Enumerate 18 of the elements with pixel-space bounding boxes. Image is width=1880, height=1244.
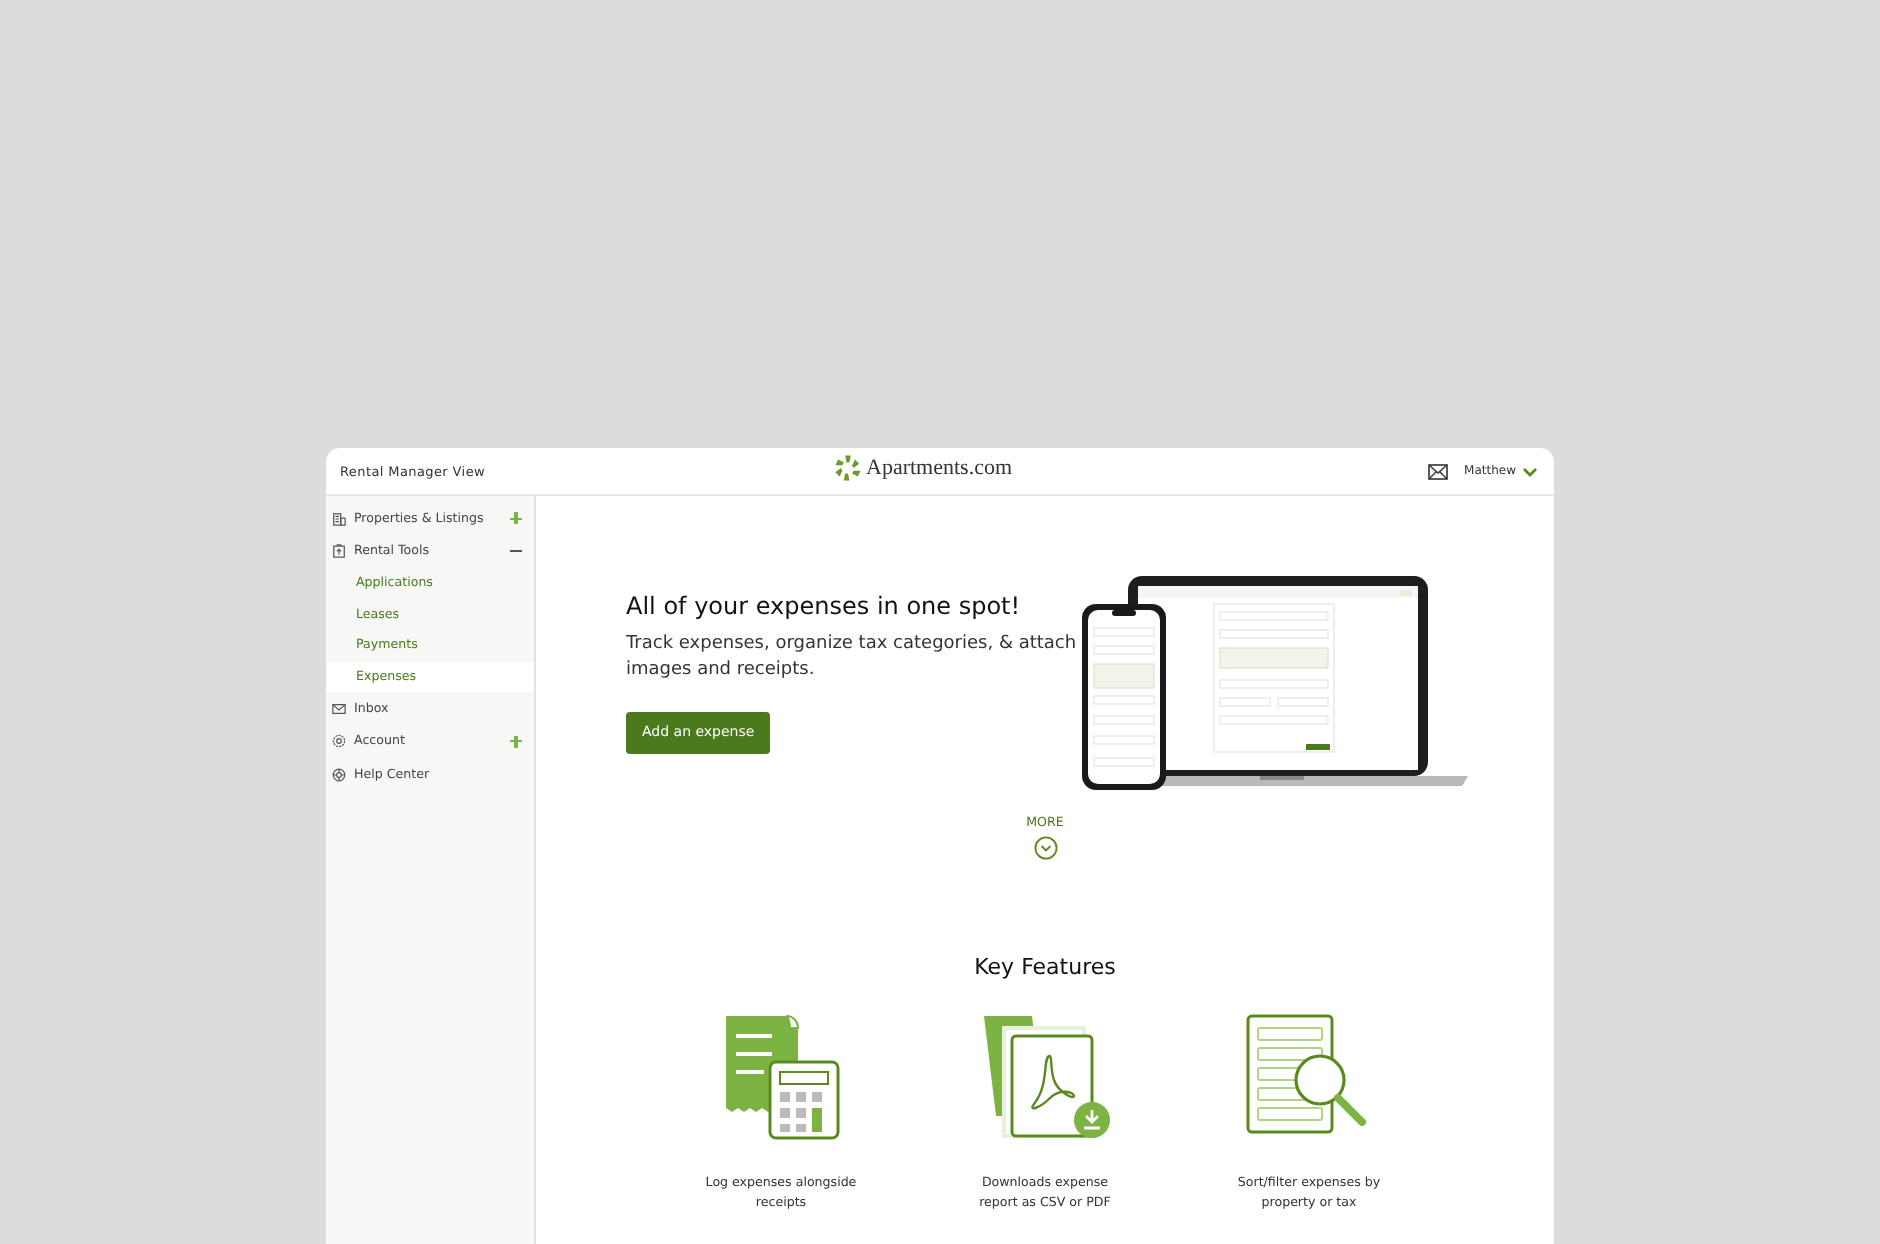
- expand-toggle-icon: [510, 735, 522, 748]
- expand-toggle-icon: [510, 545, 522, 558]
- clipboard-icon: [332, 544, 346, 559]
- chevron-down-icon: [1522, 465, 1538, 477]
- lifebuoy-icon: [332, 767, 346, 782]
- mail-icon[interactable]: [1428, 463, 1449, 479]
- section-heading: Key Features: [974, 954, 1116, 980]
- chevron-down-circle-icon[interactable]: [1033, 836, 1057, 860]
- mail-icon: [332, 701, 346, 716]
- expand-toggle-icon: [510, 512, 522, 525]
- logo-text: Apartments.com: [866, 456, 1013, 480]
- receipt-calculator-icon: [721, 1012, 841, 1140]
- building-icon: [332, 511, 346, 526]
- hero-description: Track expenses, organize tax categories, & attach images and receipts.: [626, 632, 1079, 682]
- logo-icon: [834, 454, 862, 482]
- gear-icon: [332, 734, 346, 749]
- hero-heading: All of your expenses in one spot!: [626, 592, 1023, 620]
- pdf-download-icon: [979, 1012, 1111, 1140]
